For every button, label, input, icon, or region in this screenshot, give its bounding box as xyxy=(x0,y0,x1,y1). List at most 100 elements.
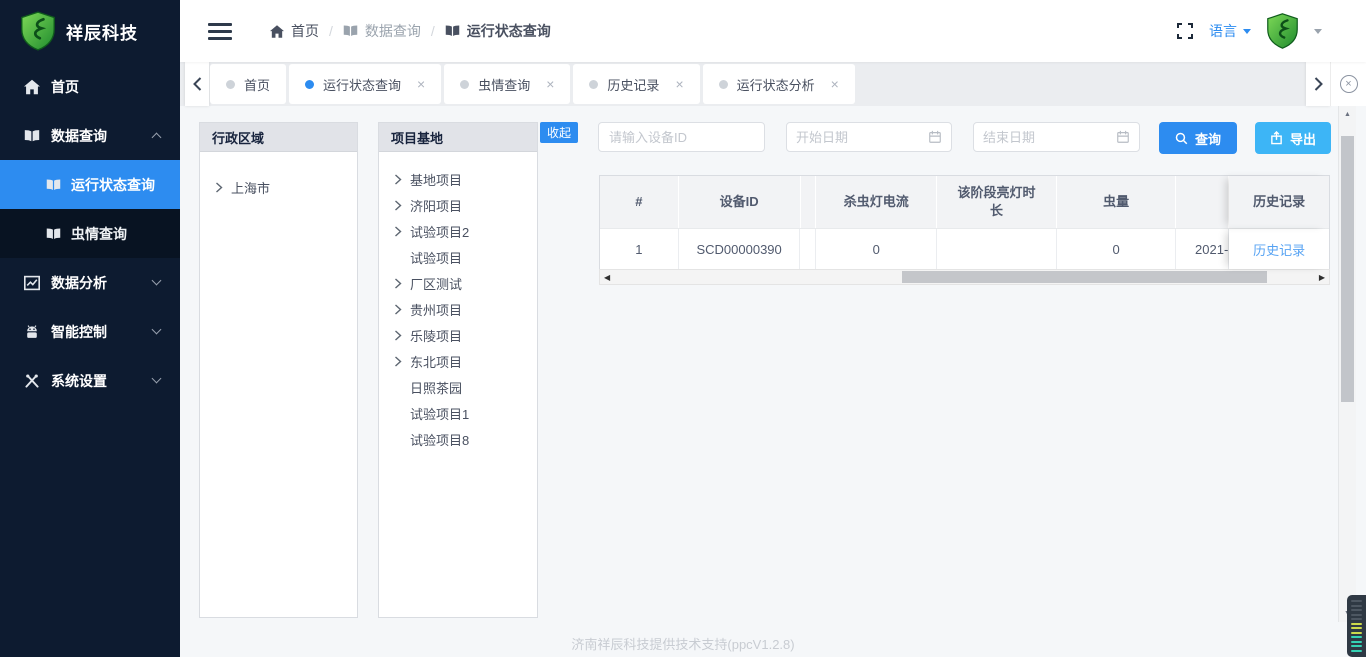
robot-icon xyxy=(24,324,40,340)
tab-run-status-query[interactable]: 运行状态查询 × xyxy=(289,64,441,104)
sidebar-item-label: 智能控制 xyxy=(51,322,107,342)
chevron-right-icon[interactable] xyxy=(394,200,402,211)
brand-logo-icon xyxy=(20,11,56,51)
tree-item[interactable]: 济阳项目 xyxy=(394,192,537,218)
home-icon xyxy=(270,25,284,38)
horizontal-scrollbar-thumb[interactable] xyxy=(902,271,1267,283)
chevron-right-icon[interactable] xyxy=(394,330,402,341)
tab-insect-query[interactable]: 虫情查询 × xyxy=(444,64,570,104)
tree-item[interactable]: 厂区测试 xyxy=(394,270,537,296)
export-button-label: 导出 xyxy=(1290,129,1316,148)
tree-item[interactable]: 乐陵项目 xyxy=(394,322,537,348)
tree-item-label: 东北项目 xyxy=(410,352,462,371)
user-menu-caret-icon[interactable] xyxy=(1314,29,1322,34)
book-icon xyxy=(24,128,40,144)
tab-label: 虫情查询 xyxy=(478,75,530,94)
tab-dot-icon xyxy=(719,80,728,89)
tree-item[interactable]: 东北项目 xyxy=(394,348,537,374)
tab-history[interactable]: 历史记录 × xyxy=(573,64,699,104)
tab-scroll-right-button[interactable] xyxy=(1306,62,1330,106)
breadcrumb-label: 数据查询 xyxy=(365,21,421,41)
chevron-right-icon[interactable] xyxy=(215,182,223,193)
scroll-up-arrow-icon[interactable]: ▲ xyxy=(1339,111,1356,118)
sidebar-menu: 首页 数据查询 运行状态查询 xyxy=(0,62,180,405)
brand[interactable]: 祥辰科技 xyxy=(0,0,180,62)
breadcrumb-home[interactable]: 首页 xyxy=(270,21,319,41)
chevron-right-icon[interactable] xyxy=(394,174,402,185)
region-tree: 上海市 xyxy=(200,152,357,202)
tab-label: 运行状态分析 xyxy=(737,75,815,94)
region-panel-title: 行政区域 xyxy=(200,123,357,152)
device-id-input[interactable] xyxy=(598,122,765,152)
sidebar-item-home[interactable]: 首页 xyxy=(0,62,180,111)
chevron-right-icon[interactable] xyxy=(394,226,402,237)
breadcrumb-separator: / xyxy=(329,23,333,39)
level-meter-widget xyxy=(1347,595,1366,657)
language-label: 语言 xyxy=(1209,21,1237,41)
end-date-input[interactable] xyxy=(983,130,1110,145)
sidebar-item-run-status-query[interactable]: 运行状态查询 xyxy=(0,160,180,209)
chevron-down-icon xyxy=(152,374,162,384)
tree-item[interactable]: 试验项目1 xyxy=(394,400,537,426)
tab-dot-icon xyxy=(589,80,598,89)
region-panel: 行政区域 上海市 xyxy=(199,122,358,618)
page-vertical-scrollbar[interactable]: ▲ ▼ xyxy=(1338,106,1356,622)
tree-item[interactable]: 试验项目8 xyxy=(394,426,537,452)
tab-scroll-left-button[interactable] xyxy=(185,62,209,106)
tree-item-shanghai[interactable]: 上海市 xyxy=(215,172,357,202)
scroll-right-arrow-icon[interactable]: ▶ xyxy=(1319,270,1325,284)
sidebar-item-system-settings[interactable]: 系统设置 xyxy=(0,356,180,405)
close-circle-icon: × xyxy=(1340,75,1358,93)
start-date-field[interactable] xyxy=(786,122,952,152)
chevron-right-icon[interactable] xyxy=(394,278,402,289)
hamburger-menu-icon[interactable] xyxy=(208,19,232,44)
sidebar-item-smart-control[interactable]: 智能控制 xyxy=(0,307,180,356)
column-header-date-clipped xyxy=(1176,176,1229,228)
start-date-input[interactable] xyxy=(796,130,922,145)
history-link[interactable]: 历史记录 xyxy=(1229,229,1329,269)
tree-item[interactable]: 日照茶园 xyxy=(394,374,537,400)
results-table: # 设备ID 杀虫灯电流 该阶段亮灯时长 虫量 历史记录 1 SCD000003… xyxy=(599,175,1330,270)
language-selector[interactable]: 语言 xyxy=(1209,21,1251,41)
scroll-left-arrow-icon[interactable]: ◀ xyxy=(604,270,610,284)
app-window: 祥辰科技 首页 数据查询 运行 xyxy=(0,0,1366,657)
end-date-field[interactable] xyxy=(973,122,1140,152)
close-icon[interactable]: × xyxy=(831,76,839,92)
tab-bar-right: × xyxy=(1306,62,1366,106)
chevron-right-icon[interactable] xyxy=(394,304,402,315)
tree-spacer xyxy=(394,434,402,445)
column-header-history: 历史记录 xyxy=(1229,176,1329,228)
tree-item[interactable]: 基地项目 xyxy=(394,166,537,192)
tree-item[interactable]: 贵州项目 xyxy=(394,296,537,322)
close-icon[interactable]: × xyxy=(417,76,425,92)
sidebar-item-data-query[interactable]: 数据查询 xyxy=(0,111,180,160)
export-button[interactable]: 导出 xyxy=(1255,122,1331,154)
close-all-tabs-button[interactable]: × xyxy=(1330,62,1366,106)
collapse-panels-button[interactable]: 收起 xyxy=(540,122,578,143)
tab-list: 首页 运行状态查询 × 虫情查询 × 历史记录 × 运行状态分析 × xyxy=(210,64,855,104)
close-icon[interactable]: × xyxy=(546,76,554,92)
breadcrumb-data-query[interactable]: 数据查询 xyxy=(343,21,421,41)
footer-credit: 济南祥辰科技提供技术支持(ppcV1.2.8) xyxy=(0,634,1366,653)
search-button[interactable]: 查询 xyxy=(1159,122,1237,154)
table-horizontal-scrollbar[interactable]: ◀ ▶ xyxy=(599,269,1330,285)
close-icon[interactable]: × xyxy=(675,76,683,92)
tools-icon xyxy=(24,373,40,389)
tab-home[interactable]: 首页 xyxy=(210,64,286,104)
tree-item[interactable]: 试验项目 xyxy=(394,244,537,270)
chevron-right-icon[interactable] xyxy=(394,356,402,367)
vertical-scrollbar-thumb[interactable] xyxy=(1341,136,1354,402)
breadcrumb-current: 运行状态查询 xyxy=(445,21,551,41)
tab-run-status-analysis[interactable]: 运行状态分析 × xyxy=(703,64,855,104)
calendar-icon xyxy=(928,130,942,144)
fullscreen-icon[interactable] xyxy=(1176,22,1194,40)
sidebar-item-insect-query[interactable]: 虫情查询 xyxy=(0,209,180,258)
sidebar-item-data-analysis[interactable]: 数据分析 xyxy=(0,258,180,307)
tree-item[interactable]: 试验项目2 xyxy=(394,218,537,244)
sidebar-submenu-data-query: 运行状态查询 虫情查询 xyxy=(0,160,180,258)
avatar[interactable] xyxy=(1266,13,1299,49)
calendar-icon xyxy=(1116,130,1130,144)
sidebar-item-label: 首页 xyxy=(51,77,79,97)
book-icon xyxy=(46,227,61,241)
tree-item-label: 厂区测试 xyxy=(410,274,462,293)
